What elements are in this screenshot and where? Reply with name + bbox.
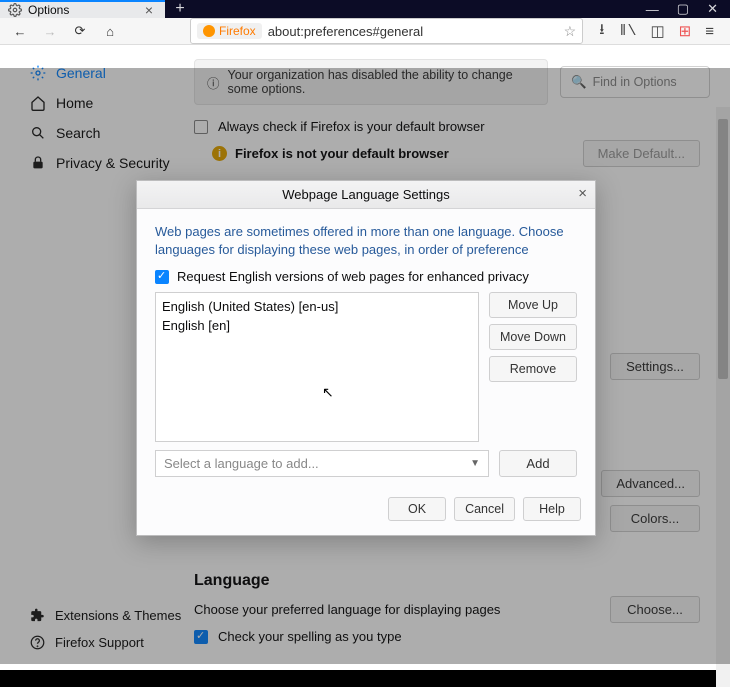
checkbox-icon[interactable] — [155, 270, 169, 284]
dialog-title: Webpage Language Settings — [282, 187, 449, 202]
forward-icon[interactable]: → — [40, 21, 60, 41]
window-minimize-icon[interactable]: — — [646, 2, 659, 17]
close-icon[interactable]: × — [578, 185, 587, 202]
url-text: about:preferences#general — [268, 24, 558, 39]
url-bar[interactable]: Firefox about:preferences#general ☆ — [190, 18, 583, 44]
language-add-select[interactable]: Select a language to add... ▼ — [155, 450, 489, 477]
back-icon[interactable]: ← — [10, 21, 30, 41]
request-english-row[interactable]: Request English versions of web pages fo… — [155, 269, 577, 284]
tab-label: Options — [28, 3, 135, 17]
dialog-titlebar: Webpage Language Settings × — [137, 181, 595, 209]
language-list[interactable]: English (United States) [en-us] English … — [155, 292, 479, 442]
dialog-description: Web pages are sometimes offered in more … — [155, 223, 577, 259]
add-button[interactable]: Add — [499, 450, 577, 477]
nav-toolbar: ← → ⟳ ⌂ Firefox about:preferences#genera… — [0, 18, 730, 45]
site-identity[interactable]: Firefox — [197, 23, 262, 39]
request-english-label: Request English versions of web pages fo… — [177, 269, 529, 284]
help-button[interactable]: Help — [523, 497, 581, 521]
ok-button[interactable]: OK — [388, 497, 446, 521]
sidebar-toggle-icon[interactable]: ◫ — [650, 22, 664, 40]
library-icon[interactable]: ǁ\ — [618, 23, 636, 40]
addon-icon[interactable]: ⊞ — [679, 22, 692, 40]
move-up-button[interactable]: Move Up — [489, 292, 577, 318]
select-placeholder: Select a language to add... — [164, 456, 319, 471]
move-down-button[interactable]: Move Down — [489, 324, 577, 350]
tab-strip: Options × + — ▢ ✕ — [0, 0, 730, 18]
url-brand: Firefox — [219, 24, 256, 38]
list-item[interactable]: English [en] — [162, 316, 472, 335]
reload-icon[interactable]: ⟳ — [70, 21, 90, 41]
firefox-icon — [203, 25, 215, 37]
window-close-icon[interactable]: ✕ — [707, 1, 718, 17]
chevron-down-icon: ▼ — [470, 458, 480, 469]
list-item[interactable]: English (United States) [en-us] — [162, 297, 472, 316]
bookmark-star-icon[interactable]: ☆ — [564, 23, 577, 40]
window-maximize-icon[interactable]: ▢ — [677, 1, 689, 17]
language-settings-dialog: Webpage Language Settings × Web pages ar… — [136, 180, 596, 536]
new-tab-button[interactable]: + — [165, 0, 195, 18]
remove-button[interactable]: Remove — [489, 356, 577, 382]
tab-options[interactable]: Options × — [0, 0, 165, 18]
cancel-button[interactable]: Cancel — [454, 497, 515, 521]
gear-icon — [8, 3, 22, 17]
download-icon[interactable]: ⭳ — [599, 19, 604, 44]
menu-icon[interactable]: ≡ — [705, 23, 714, 40]
home-icon[interactable]: ⌂ — [100, 21, 120, 41]
close-icon[interactable]: × — [141, 2, 157, 18]
